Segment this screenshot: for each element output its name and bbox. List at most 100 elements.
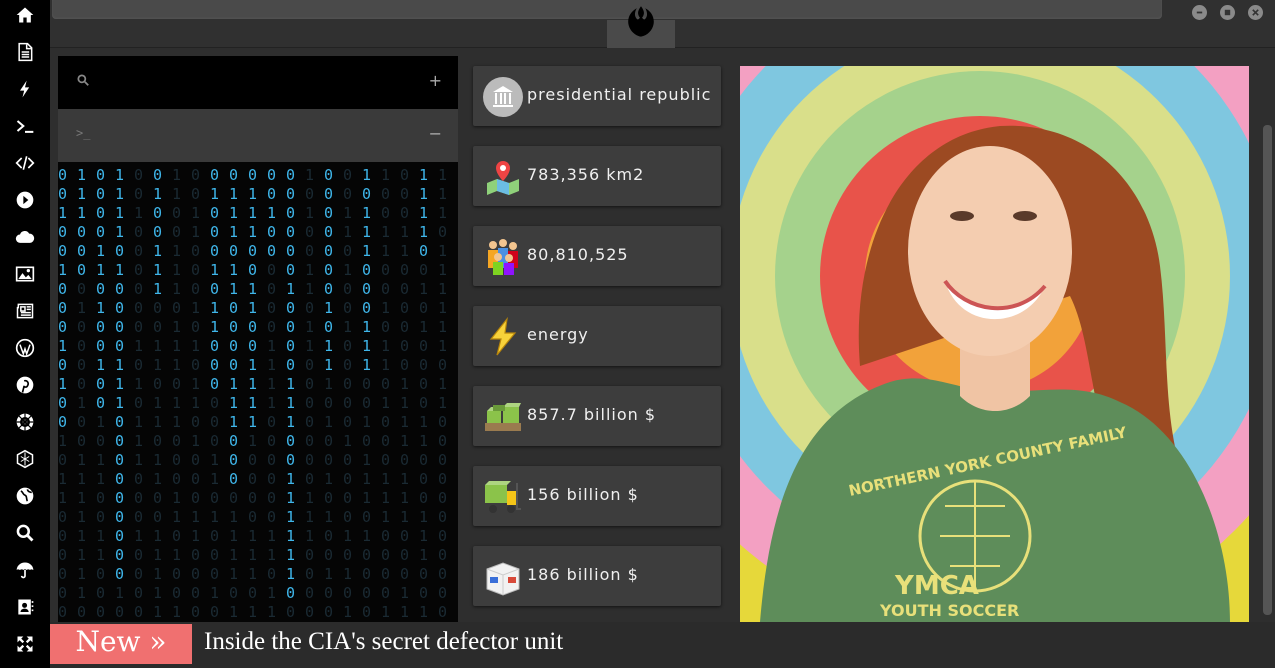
maximize-button[interactable] xyxy=(1220,5,1235,20)
matrix-digit: 0 xyxy=(248,318,257,336)
matrix-digit: 0 xyxy=(58,584,67,602)
matrix-digit: 1 xyxy=(248,527,257,545)
matrix-digit: 1 xyxy=(134,204,143,222)
matrix-digit: 1 xyxy=(305,318,314,336)
matrix-digit: 1 xyxy=(210,451,219,469)
matrix-digit: 1 xyxy=(248,375,257,393)
image-icon[interactable] xyxy=(12,261,38,287)
wordpress-icon[interactable] xyxy=(12,335,38,361)
matrix-digit: 0 xyxy=(153,166,162,184)
search-bar[interactable]: + xyxy=(58,56,458,109)
matrix-digit: 1 xyxy=(115,261,124,279)
matrix-digit: 1 xyxy=(229,261,238,279)
matrix-digit: 0 xyxy=(115,603,124,621)
matrix-digit: 1 xyxy=(134,413,143,431)
matrix-digit: 0 xyxy=(419,394,428,412)
top-address-bar[interactable] xyxy=(52,0,1162,19)
matrix-digit: 0 xyxy=(210,489,219,507)
matrix-digit: 1 xyxy=(77,204,86,222)
matrix-digit: 0 xyxy=(324,432,333,450)
matrix-digit: 0 xyxy=(286,204,295,222)
minimize-button[interactable] xyxy=(1192,5,1207,20)
matrix-digit: 0 xyxy=(96,394,105,412)
matrix-digit: 0 xyxy=(419,242,428,260)
ticker-headline[interactable]: Inside the CIA's secret defector unit xyxy=(204,628,563,656)
matrix-digit: 0 xyxy=(305,565,314,583)
matrix-digit: 0 xyxy=(153,489,162,507)
matrix-digit: 0 xyxy=(324,394,333,412)
matrix-digit: 1 xyxy=(343,527,352,545)
money-stack-icon xyxy=(485,403,521,431)
matrix-digit: 0 xyxy=(381,432,390,450)
stat-card-exports: 156 billion $ xyxy=(473,466,721,526)
matrix-digit: 0 xyxy=(134,470,143,488)
matrix-digit: 0 xyxy=(343,375,352,393)
matrix-digit: 0 xyxy=(96,337,105,355)
cloud-icon[interactable] xyxy=(12,224,38,250)
matrix-digit: 0 xyxy=(438,584,447,602)
globe-icon[interactable] xyxy=(12,483,38,509)
matrix-digit: 1 xyxy=(153,527,162,545)
pinterest-icon[interactable] xyxy=(12,372,38,398)
matrix-digit: 0 xyxy=(324,603,333,621)
rebel-alliance-icon[interactable] xyxy=(620,2,662,44)
matrix-digit: 0 xyxy=(58,546,67,564)
matrix-digit: 1 xyxy=(362,166,371,184)
matrix-digit: 0 xyxy=(400,337,409,355)
matrix-digit: 0 xyxy=(96,584,105,602)
search-icon[interactable] xyxy=(12,520,38,546)
bolt-icon[interactable] xyxy=(12,76,38,102)
matrix-digit: 1 xyxy=(153,356,162,374)
matrix-digit: 0 xyxy=(438,508,447,526)
matrix-digit: 1 xyxy=(324,299,333,317)
matrix-digit: 1 xyxy=(362,451,371,469)
matrix-digit: 0 xyxy=(267,489,276,507)
contact-icon[interactable] xyxy=(12,594,38,620)
matrix-digit: 1 xyxy=(134,432,143,450)
matrix-digit: 0 xyxy=(305,299,314,317)
matrix-digit: 1 xyxy=(248,185,257,203)
matrix-digit: 0 xyxy=(115,242,124,260)
terminal-icon[interactable] xyxy=(12,113,38,139)
matrix-digit: 0 xyxy=(324,166,333,184)
matrix-digit: 0 xyxy=(438,489,447,507)
hexagon-icon[interactable] xyxy=(12,446,38,472)
close-button[interactable] xyxy=(1248,5,1263,20)
matrix-digit: 0 xyxy=(286,166,295,184)
search-icon[interactable] xyxy=(76,73,90,91)
document-icon[interactable] xyxy=(12,39,38,65)
home-icon[interactable] xyxy=(12,2,38,28)
umbrella-icon[interactable] xyxy=(12,557,38,583)
matrix-digit: 1 xyxy=(96,470,105,488)
matrix-digit: 1 xyxy=(419,223,428,241)
matrix-digit: 0 xyxy=(248,242,257,260)
empire-icon[interactable] xyxy=(12,409,38,435)
add-button[interactable]: + xyxy=(429,71,442,90)
matrix-digit: 1 xyxy=(115,185,124,203)
matrix-digit: 1 xyxy=(210,261,219,279)
matrix-digit: 1 xyxy=(153,565,162,583)
new-badge[interactable]: New » xyxy=(50,624,192,664)
terminal-bar[interactable]: >_ − xyxy=(58,109,458,162)
matrix-digit: 1 xyxy=(96,261,105,279)
matrix-digit: 0 xyxy=(134,223,143,241)
expand-icon[interactable] xyxy=(12,631,38,657)
matrix-digit: 1 xyxy=(248,413,257,431)
code-icon[interactable] xyxy=(12,150,38,176)
collapse-button[interactable]: − xyxy=(429,124,442,143)
matrix-digit: 1 xyxy=(438,166,447,184)
matrix-digit: 1 xyxy=(229,546,238,564)
matrix-digit: 0 xyxy=(248,470,257,488)
matrix-digit: 1 xyxy=(172,508,181,526)
matrix-digit: 1 xyxy=(115,584,124,602)
matrix-digit: 0 xyxy=(362,546,371,564)
newspaper-icon[interactable] xyxy=(12,298,38,324)
matrix-digit: 1 xyxy=(153,261,162,279)
play-icon[interactable] xyxy=(12,187,38,213)
stat-text: 783,356 km2 xyxy=(527,165,645,184)
matrix-digit: 0 xyxy=(286,299,295,317)
matrix-digit: 1 xyxy=(96,242,105,260)
scrollbar[interactable] xyxy=(1263,125,1272,615)
stat-text: 80,810,525 xyxy=(527,245,629,264)
matrix-digit: 1 xyxy=(381,489,390,507)
